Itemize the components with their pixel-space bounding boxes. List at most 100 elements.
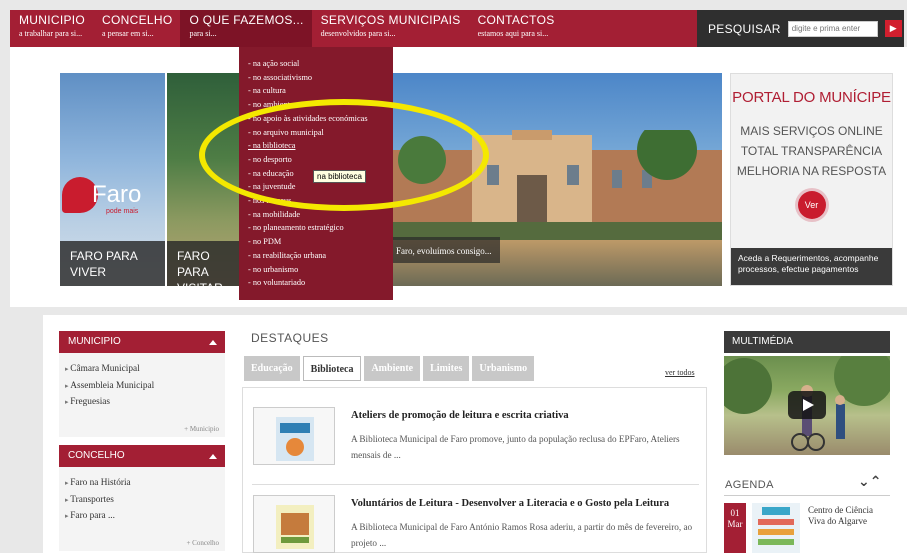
dropdown-item[interactable]: - no PDM (239, 235, 393, 249)
building-illustration (392, 130, 722, 240)
search-bar: PESQUISAR ▶ (697, 10, 904, 47)
dropdown-item[interactable]: - no urbanismo (239, 263, 393, 277)
dropdown-item-biblioteca[interactable]: - na biblioteca (239, 139, 393, 153)
dropdown-item[interactable]: - no planeamento estratégico (239, 221, 393, 235)
dropdown-item[interactable]: - no associativismo (239, 71, 393, 85)
nav-item-municipio[interactable]: MUNICIPIO a trabalhar para si... (10, 10, 93, 47)
box-title: MUNICIPIO (68, 336, 121, 347)
municipio-box: MUNICIPIO Câmara Municipal Assembleia Mu… (59, 331, 225, 437)
faro-logo: Faro pode mais (62, 177, 172, 217)
concelho-box: CONCELHO Faro na História Transportes Fa… (59, 445, 225, 551)
search-label: PESQUISAR (708, 21, 781, 36)
tab-limites[interactable]: Limites (423, 356, 470, 381)
dropdown-item[interactable]: - no apoio às atividades económicas (239, 112, 393, 126)
faro-logo-tag: pode mais (106, 208, 139, 215)
destaques-title: DESTAQUES (251, 331, 329, 345)
news-description: A Biblioteca Municipal de Faro promove, … (351, 434, 680, 460)
tab-biblioteca[interactable]: Biblioteca (302, 356, 362, 381)
book-cover-icon (276, 417, 314, 461)
nav-item-servicos-municipais[interactable]: SERVIÇOS MUNICIPAIS desenvolvidos para s… (312, 10, 469, 47)
nav-title: SERVIÇOS MUNICIPAIS (320, 13, 461, 27)
agenda-month: Mar (727, 519, 743, 529)
hero-caption: Faro, evoluímos consigo... (392, 237, 500, 263)
tile-faro-para-visitar[interactable]: FARO PARA VISITAR (167, 73, 240, 286)
agenda-divider (724, 495, 890, 496)
dropdown-item[interactable]: - no arquivo municipal (239, 126, 393, 140)
agenda-poster-icon (758, 507, 794, 545)
collapse-icon[interactable] (209, 340, 217, 345)
portal-line: TOTAL TRANSPARÊNCIA (740, 144, 883, 158)
more-municipio-link[interactable]: + Municipio (184, 425, 219, 433)
news-divider (252, 484, 699, 485)
dropdown-item[interactable]: - no desporto (239, 153, 393, 167)
link-transportes[interactable]: Transportes (65, 492, 225, 509)
nav-subtitle: a pensar em si... (102, 29, 154, 38)
box-title: CONCELHO (68, 450, 125, 461)
book-cover-icon (276, 505, 314, 549)
arrow-right-icon[interactable]: ▶ (884, 20, 902, 37)
news-title[interactable]: Voluntários de Leitura - Desenvolver a L… (351, 498, 669, 509)
municipio-box-body: Câmara Municipal Assembleia Municipal Fr… (59, 353, 225, 437)
link-freguesias[interactable]: Freguesias (65, 394, 225, 411)
tile-caption: FARO PARA VIVER (60, 241, 165, 286)
agenda-thumbnail (752, 503, 800, 553)
tab-educacao[interactable]: Educação (244, 356, 300, 381)
news-title[interactable]: Ateliers de promoção de leitura e escrit… (351, 410, 569, 421)
news-thumbnail[interactable] (253, 407, 335, 465)
agenda-day: 01 (730, 508, 740, 518)
play-icon[interactable] (788, 391, 826, 419)
nav-item-concelho[interactable]: CONCELHO a pensar em si... (93, 10, 180, 47)
collapse-icon[interactable] (209, 454, 217, 459)
agenda-title: AGENDA (725, 479, 774, 491)
news-list: Ateliers de promoção de leitura e escrit… (242, 387, 707, 553)
portal-line: MAIS SERVIÇOS ONLINE (740, 124, 883, 138)
agenda-date: 01 Mar (724, 503, 746, 553)
nav-subtitle: estamos aqui para si... (477, 29, 549, 38)
nav-subtitle: para si... (189, 29, 217, 38)
link-faro-para[interactable]: Faro para ... (65, 508, 225, 525)
hero-main-image[interactable]: Faro, evoluímos consigo... (392, 73, 722, 286)
tooltip: na biblioteca (313, 170, 366, 183)
nav-title: MUNICIPIO (19, 13, 86, 27)
portal-footer: Aceda a Requerimentos, acompanhe process… (731, 248, 892, 285)
link-faro-na-historia[interactable]: Faro na História (65, 475, 225, 492)
portal-title: PORTAL DO MUNÍCIPE (732, 89, 891, 106)
portal-municipe[interactable]: PORTAL DO MUNÍCIPE MAIS SERVIÇOS ONLINE … (730, 73, 893, 286)
ver-todos-link[interactable]: ver todos (665, 368, 695, 377)
concelho-box-body: Faro na História Transportes Faro para .… (59, 467, 225, 551)
dropdown-item[interactable]: - no ambiente (239, 98, 393, 112)
dropdown-item[interactable]: - na ação social (239, 57, 393, 71)
dropdown-item[interactable]: - nos museus (239, 194, 393, 208)
faro-logo-word: Faro (92, 181, 142, 208)
tab-ambiente[interactable]: Ambiente (364, 356, 421, 381)
news-thumbnail[interactable] (253, 495, 335, 553)
nav-title: CONTACTOS (477, 13, 555, 27)
dropdown-item[interactable]: - na mobilidade (239, 208, 393, 222)
dropdown-item[interactable]: - na reabilitação urbana (239, 249, 393, 263)
dropdown-item[interactable]: - na cultura (239, 84, 393, 98)
agenda-nav-arrows-icon[interactable]: ⌄⌃ (858, 474, 881, 490)
link-camara-municipal[interactable]: Câmara Municipal (65, 361, 225, 378)
nav-item-contactos[interactable]: CONTACTOS estamos aqui para si... (469, 10, 563, 47)
agenda-item[interactable]: 01 Mar Centro de Ciência Viva do Algarve (724, 503, 890, 553)
nav-title: CONCELHO (102, 13, 173, 27)
nav-subtitle: desenvolvidos para si... (320, 29, 396, 38)
dropdown-item[interactable]: - no voluntariado (239, 276, 393, 290)
nav-title: O QUE FAZEMOS... (189, 13, 304, 27)
destaques-tabs: Educação Biblioteca Ambiente Limites Urb… (244, 356, 537, 381)
nav-item-o-que-fazemos[interactable]: O QUE FAZEMOS... para si... (180, 10, 312, 47)
concelho-box-header[interactable]: CONCELHO (59, 445, 225, 467)
main-nav: MUNICIPIO a trabalhar para si... CONCELH… (10, 10, 697, 47)
link-assembleia-municipal[interactable]: Assembleia Municipal (65, 378, 225, 395)
news-description: A Biblioteca Municipal de Faro António R… (351, 522, 693, 548)
municipio-box-header[interactable]: MUNICIPIO (59, 331, 225, 353)
more-concelho-link[interactable]: + Concelho (186, 539, 219, 547)
tab-urbanismo[interactable]: Urbanismo (472, 356, 535, 381)
agenda-text: Centro de Ciência Viva do Algarve (808, 505, 873, 526)
portal-ver-button[interactable]: Ver (797, 191, 826, 219)
multimedia-title: MULTIMÉDIA (724, 331, 890, 353)
video-player[interactable] (724, 356, 890, 455)
search-input[interactable] (787, 20, 878, 37)
portal-line: MELHORIA NA RESPOSTA (736, 164, 887, 178)
nav-subtitle: a trabalhar para si... (19, 29, 83, 38)
